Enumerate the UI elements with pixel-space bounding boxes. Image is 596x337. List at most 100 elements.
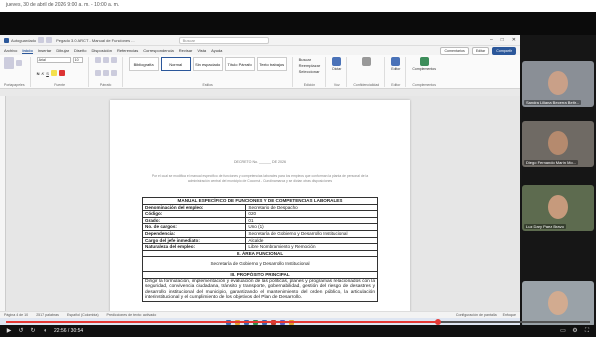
tab-7[interactable]: Correspondencia: [143, 48, 173, 53]
table-row: Código: 020: [141, 210, 378, 218]
bold-button[interactable]: N: [37, 71, 40, 76]
tab-6[interactable]: Referencias: [117, 48, 138, 53]
decree-header: DECRETO No. ______ DE 2026: [233, 160, 287, 164]
participant-tile[interactable]: Sandra Liliana Becerra Beltr...: [522, 61, 594, 107]
participant-tile[interactable]: Luz Dary Paez Bravo: [522, 185, 594, 231]
tab-0[interactable]: Archivo: [4, 48, 17, 53]
microphone-icon[interactable]: [332, 57, 342, 66]
maximize-icon[interactable]: □: [501, 37, 504, 43]
group-label: Estilos: [202, 83, 213, 87]
editor-button[interactable]: Editor: [391, 67, 400, 71]
row-value: Secretaría de Gobierno y Desarrollo Inst…: [245, 229, 378, 238]
playback-time: 22:56 / 30:54: [54, 328, 84, 334]
style-2[interactable]: Sin espaciado: [192, 57, 223, 71]
select-button[interactable]: Seleccionar: [299, 69, 321, 74]
tab-9[interactable]: Vista: [197, 48, 206, 53]
highlight-icon[interactable]: [50, 70, 57, 76]
table-row: Cargo del jefe inmediato: Alcalde: [141, 236, 378, 245]
participant-name: Luz Dary Paez Bravo: [524, 224, 566, 229]
indent-icon[interactable]: [110, 57, 117, 63]
editor-icon[interactable]: [391, 57, 401, 66]
close-icon[interactable]: ✕: [512, 37, 516, 43]
group-addins: Complementos Complementos: [412, 57, 441, 87]
group-paragraph: Párrafo: [94, 57, 123, 87]
group-editing: Buscar Reemplazar Seleccionar Edición: [299, 57, 327, 87]
group-label: Editor: [391, 83, 401, 87]
paste-icon[interactable]: [4, 57, 14, 69]
search-input[interactable]: Buscar: [178, 36, 269, 44]
playback-progress[interactable]: [6, 319, 590, 325]
addins-icon[interactable]: [419, 57, 429, 66]
tab-10[interactable]: Ayuda: [211, 48, 222, 53]
style-1[interactable]: Normal: [160, 57, 191, 71]
underline-button[interactable]: S: [46, 71, 49, 76]
justify-icon[interactable]: [110, 70, 117, 76]
play-icon[interactable]: ▶: [6, 328, 12, 334]
participant-video: [548, 195, 568, 219]
group-label: Confidencialidad: [353, 83, 380, 87]
tab-5[interactable]: Disposición: [91, 48, 111, 53]
display-settings[interactable]: Configuración de pantalla: [456, 313, 497, 317]
tab-4[interactable]: Diseño: [74, 48, 86, 53]
addins-button[interactable]: Complementos: [412, 67, 436, 71]
row-value: 020: [245, 210, 378, 218]
word-statusbar: Página 4 de 10 2517 palabras Español (Co…: [0, 311, 520, 318]
functional-area-value: Secretaría de Gobierno y Desarrollo Inst…: [142, 256, 378, 272]
group-editor: Editor Editor: [391, 57, 407, 87]
ribbon-right-buttons: Comentarios Editar Compartir: [440, 46, 516, 55]
forward-icon[interactable]: ↻: [30, 328, 36, 334]
tab-8[interactable]: Revisar: [179, 48, 193, 53]
style-4[interactable]: Texto trabajos: [256, 57, 287, 71]
numbering-icon[interactable]: [102, 57, 109, 63]
row-label: Denominación del empleo:: [141, 203, 247, 212]
rewind-icon[interactable]: ↺: [18, 328, 24, 334]
undo-icon[interactable]: [46, 37, 53, 43]
tab-2[interactable]: Insertar: [38, 48, 52, 53]
style-0[interactable]: Bibliografía: [128, 57, 159, 71]
align-left-icon[interactable]: [94, 70, 101, 76]
status-language[interactable]: Español (Colombia): [67, 313, 99, 317]
autosave-label[interactable]: Autoguardado: [11, 38, 36, 43]
group-voice: Dictar Voz: [332, 57, 348, 87]
row-value: Uno (1): [245, 223, 378, 231]
group-styles: Bibliografía Normal Sin espaciado Título Pá…: [128, 57, 293, 87]
sensitivity-icon[interactable]: [361, 57, 371, 66]
vertical-ruler: [0, 96, 6, 311]
fullscreen-icon[interactable]: ⛶: [584, 328, 590, 334]
dictate-button[interactable]: Dictar: [332, 67, 341, 71]
ribbon-right-button-1[interactable]: Editar: [471, 46, 490, 55]
participant-tile[interactable]: Diego Fernando Marín Mo...: [522, 121, 594, 167]
status-words[interactable]: 2517 palabras: [36, 313, 59, 317]
document-page[interactable]: DECRETO No. ______ DE 2026 Por el cual s…: [110, 100, 410, 311]
font-color-icon[interactable]: [58, 70, 65, 76]
save-icon[interactable]: [38, 37, 45, 43]
minimize-icon[interactable]: –: [490, 37, 493, 43]
meeting-date: jueves, 30 de abril de 2026 9:00 a. m. -…: [0, 0, 596, 12]
font-size-select[interactable]: 10: [72, 57, 83, 63]
style-3[interactable]: Título Párrafo: [224, 57, 255, 71]
table-row: No. de cargos: Uno (1): [141, 223, 378, 231]
tab-1[interactable]: Inicio: [22, 48, 33, 54]
bullets-icon[interactable]: [94, 57, 101, 63]
font-name-select[interactable]: Arial: [36, 57, 71, 63]
italic-button[interactable]: K: [42, 71, 45, 76]
volume-icon[interactable]: ◖: [42, 328, 48, 334]
replace-button[interactable]: Reemplazar: [299, 63, 321, 68]
row-value: Libre Nombramiento y Remoción: [245, 243, 378, 251]
player-controls: ▶ ↺ ↻ ◖ 22:56 / 30:54 ▭ ⚙ ⛶: [0, 325, 596, 337]
cut-icon[interactable]: [16, 60, 22, 66]
settings-icon[interactable]: ⚙: [572, 328, 578, 334]
captions-icon[interactable]: ▭: [560, 328, 566, 334]
ribbon-right-button-0[interactable]: Comentarios: [440, 46, 469, 55]
tab-3[interactable]: Dibujar: [56, 48, 69, 53]
ribbon-right-button-2[interactable]: Compartir: [492, 46, 516, 55]
row-value: Secretario de Despacho: [245, 203, 378, 212]
row-label: Código:: [141, 210, 247, 218]
table-title: MANUAL ESPECÍFICO DE FUNCIONES Y DE COMP…: [142, 197, 378, 205]
word-window: Autoguardado Pegado 3.0 ARCT - Manual de…: [0, 35, 520, 325]
find-button[interactable]: Buscar: [299, 57, 321, 62]
align-center-icon[interactable]: [102, 70, 109, 76]
participant-video: [548, 71, 568, 95]
row-label: Grado:: [141, 216, 247, 225]
focus-button[interactable]: Enfoque: [503, 313, 516, 317]
